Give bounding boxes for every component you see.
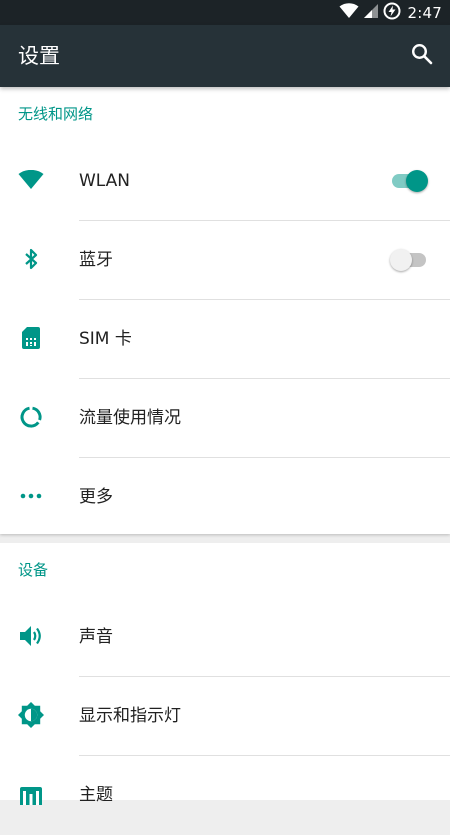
bluetooth-icon [18,246,44,272]
battery-charging-icon [383,2,401,24]
search-icon [411,43,433,69]
settings-item-sound[interactable]: 声音 [0,598,450,677]
settings-item-more[interactable]: 更多 [0,458,450,537]
toggle-thumb [390,249,412,271]
settings-item-label: SIM 卡 [79,329,132,349]
wlan-toggle[interactable] [392,170,428,192]
settings-item-theme[interactable]: 主题 [0,756,450,835]
bluetooth-toggle[interactable] [390,249,428,271]
page-title: 设置 [18,44,60,68]
sim-card-icon [18,325,44,351]
data-usage-icon [18,404,44,430]
settings-item-label: 主题 [79,785,113,805]
section-header-device: 设备 [18,561,49,579]
settings-item-bluetooth[interactable]: 蓝牙 [0,221,450,300]
section-header-wireless: 无线和网络 [18,105,94,123]
app-bar: 设置 [0,25,450,87]
signal-icon [363,3,379,23]
settings-item-label: 声音 [79,627,113,647]
settings-item-label: 显示和指示灯 [79,706,181,726]
volume-icon [18,623,44,649]
status-time: 2:47 [407,3,442,22]
brightness-icon [18,702,44,728]
status-bar: 2:47 [0,0,450,25]
settings-item-label: WLAN [79,171,131,191]
more-icon [18,483,44,509]
wifi-icon [18,167,44,193]
search-button[interactable] [404,38,440,74]
settings-item-label: 蓝牙 [79,250,113,270]
settings-item-label: 更多 [79,487,113,507]
wireless-networks-section: 无线和网络 WLAN 蓝牙 SIM 卡 流量使用情况 更多 [0,87,450,534]
settings-item-label: 流量使用情况 [79,408,181,428]
settings-item-sim[interactable]: SIM 卡 [0,300,450,379]
settings-item-data-usage[interactable]: 流量使用情况 [0,379,450,458]
device-section: 设备 声音 显示和指示灯 主题 [0,543,450,805]
wifi-icon [339,2,359,23]
theme-icon [18,781,44,807]
settings-item-wlan[interactable]: WLAN [0,142,450,221]
status-icons: 2:47 [339,0,442,25]
settings-item-display[interactable]: 显示和指示灯 [0,677,450,756]
toggle-thumb [406,170,428,192]
